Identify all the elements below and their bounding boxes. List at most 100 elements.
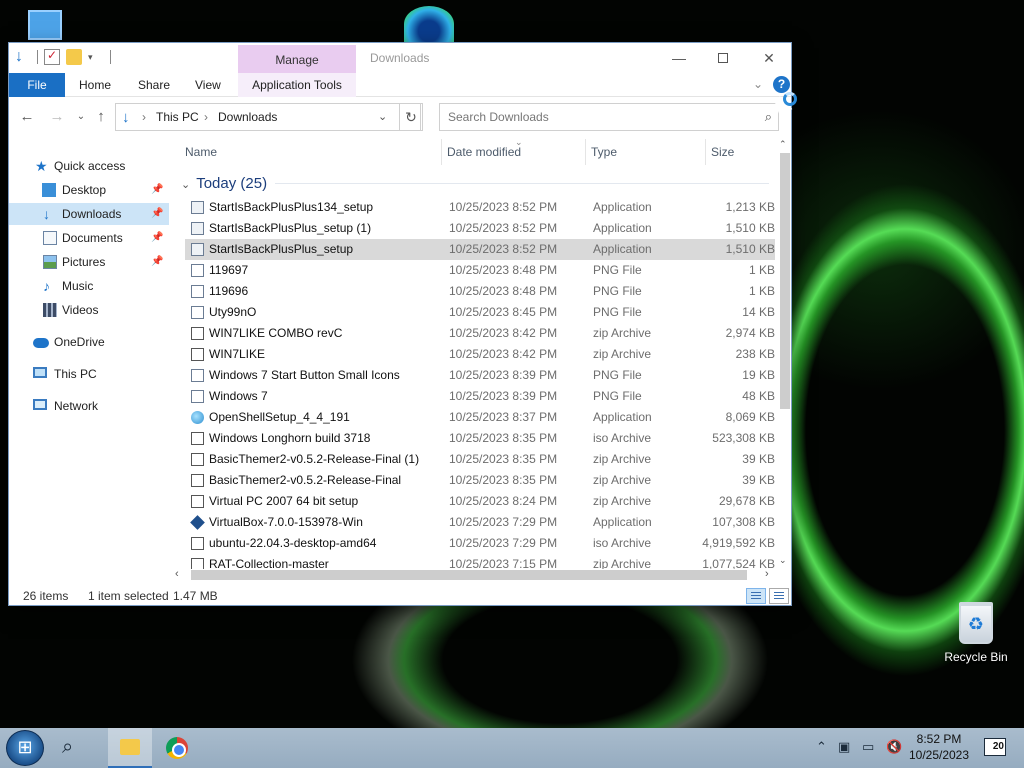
tab-view[interactable]: View	[185, 73, 231, 97]
up-button[interactable]: ↑	[91, 107, 111, 127]
file-row[interactable]: VirtualBox-7.0.0-153978-Win 10/25/2023 7:…	[185, 512, 775, 533]
scroll-thumb[interactable]	[191, 570, 747, 580]
horizontal-scrollbar[interactable]: ‹ ›	[175, 567, 775, 583]
file-row[interactable]: StartIsBackPlusPlus_setup 10/25/2023 8:52…	[185, 239, 775, 260]
customize-toolbar-icon[interactable]: ▾	[88, 49, 104, 65]
nav-desktop[interactable]: Desktop 📌	[9, 179, 169, 201]
file-row[interactable]: 119697 10/25/2023 8:48 PM PNG File 1 KB	[185, 260, 775, 281]
new-folder-icon[interactable]	[66, 49, 82, 65]
download-icon: ↓	[122, 109, 130, 126]
pin-icon[interactable]: 📌	[151, 251, 163, 273]
file-row[interactable]: Windows Longhorn build 3718 10/25/2023 8:…	[185, 428, 775, 449]
back-button[interactable]: ←	[17, 107, 37, 127]
help-icon[interactable]: ?	[773, 76, 790, 93]
title-bar[interactable]: ↓ ▾ Manage Downloads — ✕	[9, 43, 791, 73]
column-header-date[interactable]: Date modified	[447, 139, 521, 165]
file-row[interactable]: WIN7LIKE 10/25/2023 8:42 PM zip Archive 238…	[185, 344, 775, 365]
search-icon[interactable]: ⌕	[765, 109, 772, 125]
toolbar-separator	[110, 50, 111, 64]
properties-icon[interactable]	[44, 48, 60, 65]
address-dropdown-icon[interactable]: ⌄	[378, 110, 387, 123]
pin-icon[interactable]: 📌	[151, 203, 163, 225]
file-name: Windows Longhorn build 3718	[209, 431, 371, 445]
search-input[interactable]	[440, 104, 740, 130]
desktop-shortcut-icon[interactable]	[28, 10, 62, 40]
column-divider[interactable]	[705, 139, 706, 165]
notifications-button[interactable]: 20	[984, 738, 1006, 756]
clock[interactable]: 8:52 PM 10/25/2023	[906, 731, 972, 763]
tab-file[interactable]: File	[9, 73, 65, 97]
file-row[interactable]: ubuntu-22.04.3-desktop-amd64 10/25/2023 7…	[185, 533, 775, 554]
tray-app-icon[interactable]: ▣	[838, 739, 850, 755]
file-row[interactable]: BasicThemer2-v0.5.2-Release-Final (1) 10/…	[185, 449, 775, 470]
file-explorer-taskbar-icon[interactable]	[108, 728, 152, 768]
column-divider[interactable]	[585, 139, 586, 165]
file-row[interactable]: Windows 7 10/25/2023 8:39 PM PNG File 48 KB	[185, 386, 775, 407]
recycle-bin[interactable]: Recycle Bin	[940, 600, 1012, 664]
column-header-name[interactable]: Name	[185, 139, 217, 165]
search-box[interactable]: ⌕	[439, 103, 779, 131]
nav-quick-access[interactable]: ★ Quick access	[9, 155, 169, 177]
file-row[interactable]: StartIsBackPlusPlus_setup (1) 10/25/2023 …	[185, 218, 775, 239]
tab-application-tools[interactable]: Application Tools	[238, 73, 356, 97]
details-view-button[interactable]	[746, 588, 766, 604]
scroll-right-icon[interactable]: ›	[765, 568, 769, 580]
nav-documents[interactable]: Documents 📌	[9, 227, 169, 249]
file-row[interactable]: Virtual PC 2007 64 bit setup 10/25/2023 8…	[185, 491, 775, 512]
chrome-taskbar-icon[interactable]	[166, 737, 188, 759]
nav-videos[interactable]: Videos	[9, 299, 169, 321]
search-icon[interactable]: ⌕	[62, 736, 73, 759]
star-icon: ★	[35, 158, 48, 174]
pin-icon[interactable]: 📌	[151, 227, 163, 249]
file-row[interactable]: BasicThemer2-v0.5.2-Release-Final 10/25/2…	[185, 470, 775, 491]
close-button[interactable]: ✕	[749, 47, 789, 69]
scroll-thumb[interactable]	[780, 153, 790, 409]
breadcrumb-separator[interactable]: ›	[204, 110, 208, 124]
file-row[interactable]: 119696 10/25/2023 8:48 PM PNG File 1 KB	[185, 281, 775, 302]
column-header-type[interactable]: Type	[591, 139, 617, 165]
nav-downloads[interactable]: ↓ Downloads 📌	[9, 203, 169, 225]
edge-icon[interactable]	[404, 6, 454, 42]
minimize-button[interactable]: —	[659, 47, 699, 69]
file-row[interactable]: Uty99nO 10/25/2023 8:45 PM PNG File 14 KB	[185, 302, 775, 323]
volume-muted-icon[interactable]: 🔇	[886, 739, 902, 755]
tab-home[interactable]: Home	[69, 73, 121, 97]
column-header-size[interactable]: Size	[711, 139, 734, 165]
forward-button[interactable]: →	[47, 107, 67, 127]
breadcrumb-separator[interactable]: ›	[142, 110, 146, 124]
pin-icon[interactable]: 📌	[151, 179, 163, 201]
start-button[interactable]	[6, 730, 44, 766]
network-tray-icon[interactable]: ▭	[862, 739, 874, 755]
zip-archive-icon	[191, 495, 204, 508]
maximize-button[interactable]	[703, 47, 743, 69]
nav-onedrive[interactable]: OneDrive	[9, 331, 169, 353]
nav-this-pc[interactable]: This PC	[9, 363, 169, 385]
scroll-left-icon[interactable]: ‹	[175, 568, 179, 580]
nav-network[interactable]: Network	[9, 395, 169, 417]
file-row[interactable]: WIN7LIKE COMBO revC 10/25/2023 8:42 PM zip…	[185, 323, 775, 344]
network-icon	[33, 399, 47, 410]
breadcrumb-downloads[interactable]: Downloads	[218, 110, 277, 124]
recent-locations-button[interactable]: ⌄	[71, 107, 91, 127]
nav-music[interactable]: ♪ Music	[9, 275, 169, 297]
address-bar[interactable]: ↓ › This PC › Downloads ⌄	[115, 103, 421, 131]
file-row[interactable]: Windows 7 Start Button Small Icons 10/25/…	[185, 365, 775, 386]
group-header-today[interactable]: ⌄ Today (25)	[181, 175, 267, 192]
download-arrow-icon[interactable]: ↓	[15, 49, 31, 65]
file-row[interactable]: StartIsBackPlusPlus134_setup 10/25/2023 8…	[185, 197, 775, 218]
column-divider[interactable]	[441, 139, 442, 165]
file-row[interactable]: OpenShellSetup_4_4_191 10/25/2023 8:37 PM…	[185, 407, 775, 428]
large-icons-view-button[interactable]	[769, 588, 789, 604]
nav-pictures[interactable]: Pictures 📌	[9, 251, 169, 273]
tab-share[interactable]: Share	[128, 73, 180, 97]
scroll-up-icon[interactable]: ⌃	[779, 139, 787, 150]
show-hidden-icons-icon[interactable]: ⌃	[816, 739, 827, 755]
file-type: Application	[593, 410, 652, 424]
expand-ribbon-icon[interactable]: ⌄	[753, 77, 763, 91]
scroll-down-icon[interactable]: ⌄	[779, 555, 787, 566]
manage-tab[interactable]: Manage	[238, 45, 356, 73]
image-file-icon	[191, 306, 204, 319]
vertical-scrollbar[interactable]: ⌃ ⌄	[777, 139, 793, 569]
breadcrumb-this-pc[interactable]: This PC	[156, 110, 199, 124]
refresh-button[interactable]: ↻	[399, 103, 423, 131]
